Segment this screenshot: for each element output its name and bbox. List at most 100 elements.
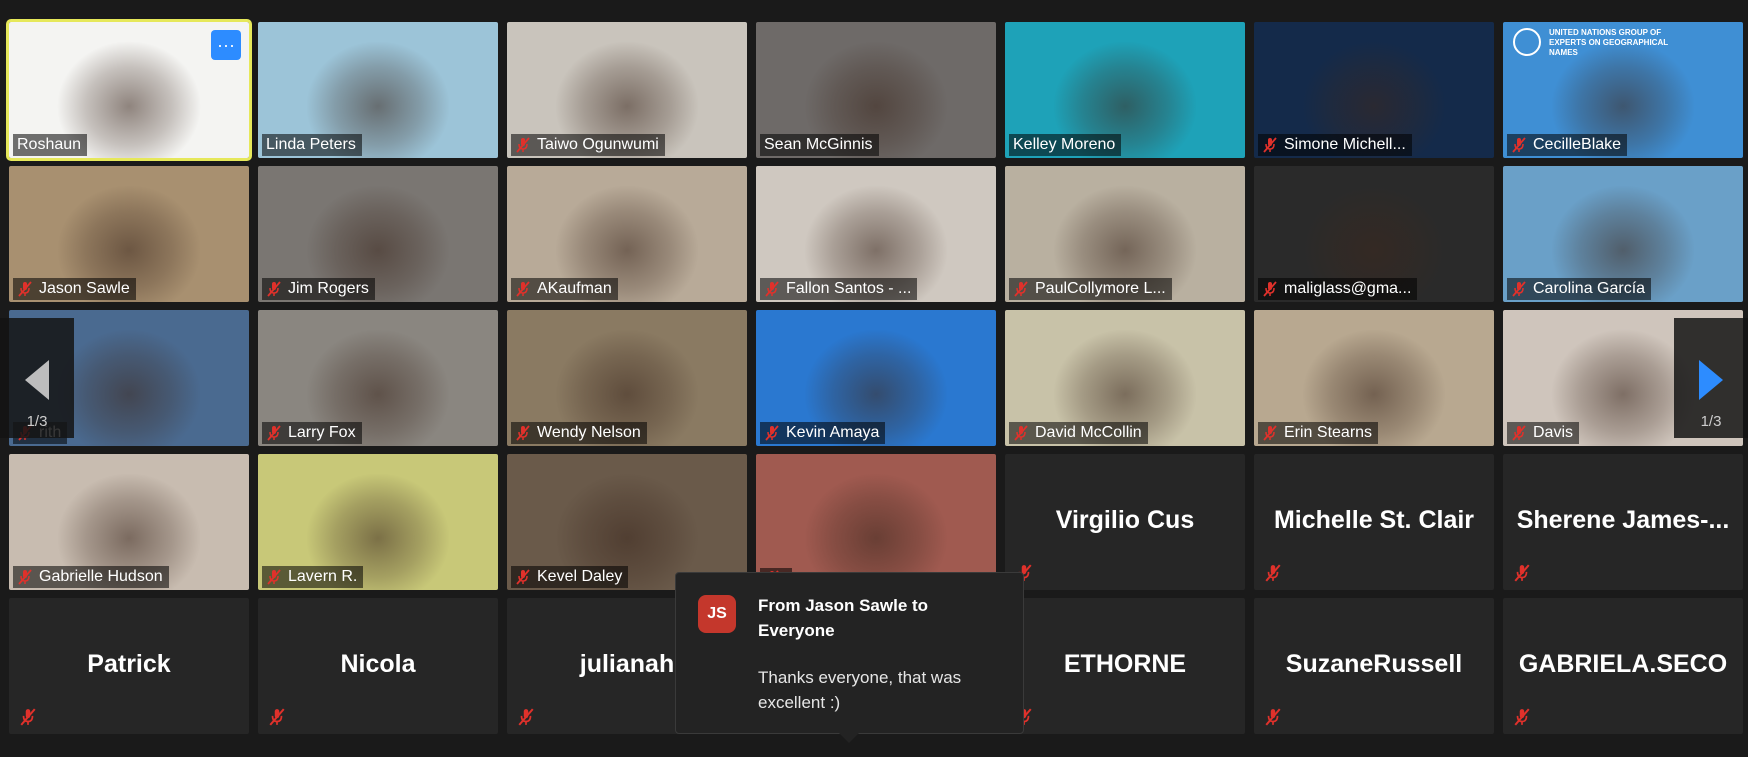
- participant-tile[interactable]: ETHORNE: [1005, 598, 1245, 734]
- participant-name-label: Kevin Amaya: [760, 422, 886, 444]
- chat-notification-popup[interactable]: JS From Jason Sawle to Everyone Thanks e…: [675, 572, 1024, 743]
- participant-tile[interactable]: Carolina García: [1503, 166, 1743, 302]
- participant-name-label: Lavern R.: [262, 566, 364, 588]
- mic-muted-icon: [1262, 281, 1278, 297]
- mic-muted-icon: [17, 569, 33, 585]
- participant-tile[interactable]: Simone Michell...: [1254, 22, 1494, 158]
- mic-muted-icon: [19, 708, 37, 726]
- participant-tile[interactable]: Gabrielle Hudson: [9, 454, 249, 590]
- page-indicator-left: 1/3: [26, 413, 48, 430]
- participant-name: David McCollin: [1035, 424, 1142, 441]
- participant-tile[interactable]: AKaufman: [507, 166, 747, 302]
- participant-name: Sean McGinnis: [764, 136, 873, 153]
- participant-tile[interactable]: Patrick: [9, 598, 249, 734]
- mic-muted-icon: [1511, 137, 1527, 153]
- participant-name-label: Roshaun: [13, 134, 88, 156]
- participant-name-label: Jason Sawle: [13, 278, 136, 300]
- participant-tile[interactable]: David McCollin: [1005, 310, 1245, 446]
- mic-muted-icon: [764, 281, 780, 297]
- participant-name: Patrick: [87, 650, 171, 678]
- chat-message-text: Thanks everyone, that was excellent :): [758, 668, 962, 712]
- participant-tile[interactable]: Nicola: [258, 598, 498, 734]
- participant-name: SuzaneRussell: [1285, 650, 1463, 678]
- participant-name: Simone Michell...: [1284, 136, 1406, 153]
- mic-muted-icon: [1513, 708, 1531, 726]
- previous-page-button[interactable]: 1/3: [0, 318, 74, 438]
- participant-tile[interactable]: Larry Fox: [258, 310, 498, 446]
- participant-name: Jason Sawle: [39, 280, 130, 297]
- participant-name-label: Fallon Santos - ...: [760, 278, 918, 300]
- participant-tile[interactable]: Michelle St. Clair: [1254, 454, 1494, 590]
- mic-muted-icon: [515, 137, 531, 153]
- participant-tile[interactable]: PaulCollymore L...: [1005, 166, 1245, 302]
- participant-tile[interactable]: GABRIELA.SECO: [1503, 598, 1743, 734]
- participant-name: Larry Fox: [288, 424, 356, 441]
- participant-tile[interactable]: Jason Sawle: [9, 166, 249, 302]
- participant-name: Roshaun: [17, 136, 82, 153]
- participant-name-label: David McCollin: [1009, 422, 1148, 444]
- next-page-button[interactable]: 1/3: [1674, 318, 1748, 438]
- participant-tile[interactable]: Wendy Nelson: [507, 310, 747, 446]
- participant-name: AKaufman: [537, 280, 612, 297]
- participant-tile[interactable]: Sean McGinnis: [756, 22, 996, 158]
- mic-muted-icon: [1013, 425, 1029, 441]
- participant-tile[interactable]: Erin Stearns: [1254, 310, 1494, 446]
- participant-name-label: maliglass@gma...: [1258, 278, 1418, 300]
- participant-tile[interactable]: Roshaun ···: [6, 19, 252, 161]
- participant-tile[interactable]: Sherene James-...: [1503, 454, 1743, 590]
- participant-tile[interactable]: Kelley Moreno: [1005, 22, 1245, 158]
- participant-name-label: Carolina García: [1507, 278, 1652, 300]
- participant-name-label: Sean McGinnis: [760, 134, 879, 156]
- participant-name: Carolina García: [1533, 280, 1646, 297]
- mic-muted-icon: [515, 281, 531, 297]
- participant-tile[interactable]: Kevin Amaya: [756, 310, 996, 446]
- participant-name: Davis: [1533, 424, 1574, 441]
- mic-muted-icon: [268, 708, 286, 726]
- mic-muted-icon: [1511, 281, 1527, 297]
- participant-tile[interactable]: Kevel Daley: [507, 454, 747, 590]
- participant-name-label: Kelley Moreno: [1009, 134, 1122, 156]
- mic-muted-icon: [266, 425, 282, 441]
- participant-tile[interactable]: [756, 454, 996, 590]
- participant-name: Kevel Daley: [537, 568, 623, 585]
- participant-name: Fallon Santos - ...: [786, 280, 912, 297]
- chevron-right-icon: [1699, 360, 1723, 405]
- participant-name: Jim Rogers: [288, 280, 369, 297]
- mic-muted-icon: [1262, 137, 1278, 153]
- participant-tile[interactable]: Taiwo Ogunwumi: [507, 22, 747, 158]
- more-options-button[interactable]: ···: [211, 30, 241, 60]
- participant-name-label: Kevel Daley: [511, 566, 629, 588]
- chat-sender-header: From Jason Sawle to Everyone: [758, 596, 929, 640]
- participant-tile[interactable]: Lavern R.: [258, 454, 498, 590]
- mic-muted-icon: [764, 425, 780, 441]
- mic-muted-icon: [515, 425, 531, 441]
- mic-muted-icon: [266, 281, 282, 297]
- mic-muted-icon: [1013, 281, 1029, 297]
- chevron-left-icon: [25, 360, 49, 405]
- participant-tile[interactable]: UNITED NATIONS GROUP OF EXPERTS ON GEOGR…: [1503, 22, 1743, 158]
- participant-name-label: Larry Fox: [262, 422, 362, 444]
- mic-muted-icon: [1511, 425, 1527, 441]
- participant-tile[interactable]: Fallon Santos - ...: [756, 166, 996, 302]
- participant-name-label: Erin Stearns: [1258, 422, 1379, 444]
- participant-tile[interactable]: Virgilio Cus: [1005, 454, 1245, 590]
- participant-name: Kelley Moreno: [1013, 136, 1116, 153]
- participant-name-label: Taiwo Ogunwumi: [511, 134, 665, 156]
- participant-tile[interactable]: Linda Peters: [258, 22, 498, 158]
- popup-pointer: [839, 733, 859, 743]
- participant-name: ETHORNE: [1063, 650, 1187, 678]
- participant-tile[interactable]: maliglass@gma...: [1254, 166, 1494, 302]
- participant-name: GABRIELA.SECO: [1518, 650, 1728, 678]
- participant-name: Erin Stearns: [1284, 424, 1373, 441]
- un-logo-icon: [1513, 28, 1541, 56]
- mic-muted-icon: [1262, 425, 1278, 441]
- participant-tile[interactable]: SuzaneRussell: [1254, 598, 1494, 734]
- participant-name: Taiwo Ogunwumi: [537, 136, 659, 153]
- participant-name: Wendy Nelson: [537, 424, 641, 441]
- participant-name-label: Wendy Nelson: [511, 422, 647, 444]
- participant-name-label: Linda Peters: [262, 134, 362, 156]
- participant-name-label: CecilleBlake: [1507, 134, 1628, 156]
- participant-name-label: AKaufman: [511, 278, 618, 300]
- participant-name: CecilleBlake: [1533, 136, 1622, 153]
- participant-tile[interactable]: Jim Rogers: [258, 166, 498, 302]
